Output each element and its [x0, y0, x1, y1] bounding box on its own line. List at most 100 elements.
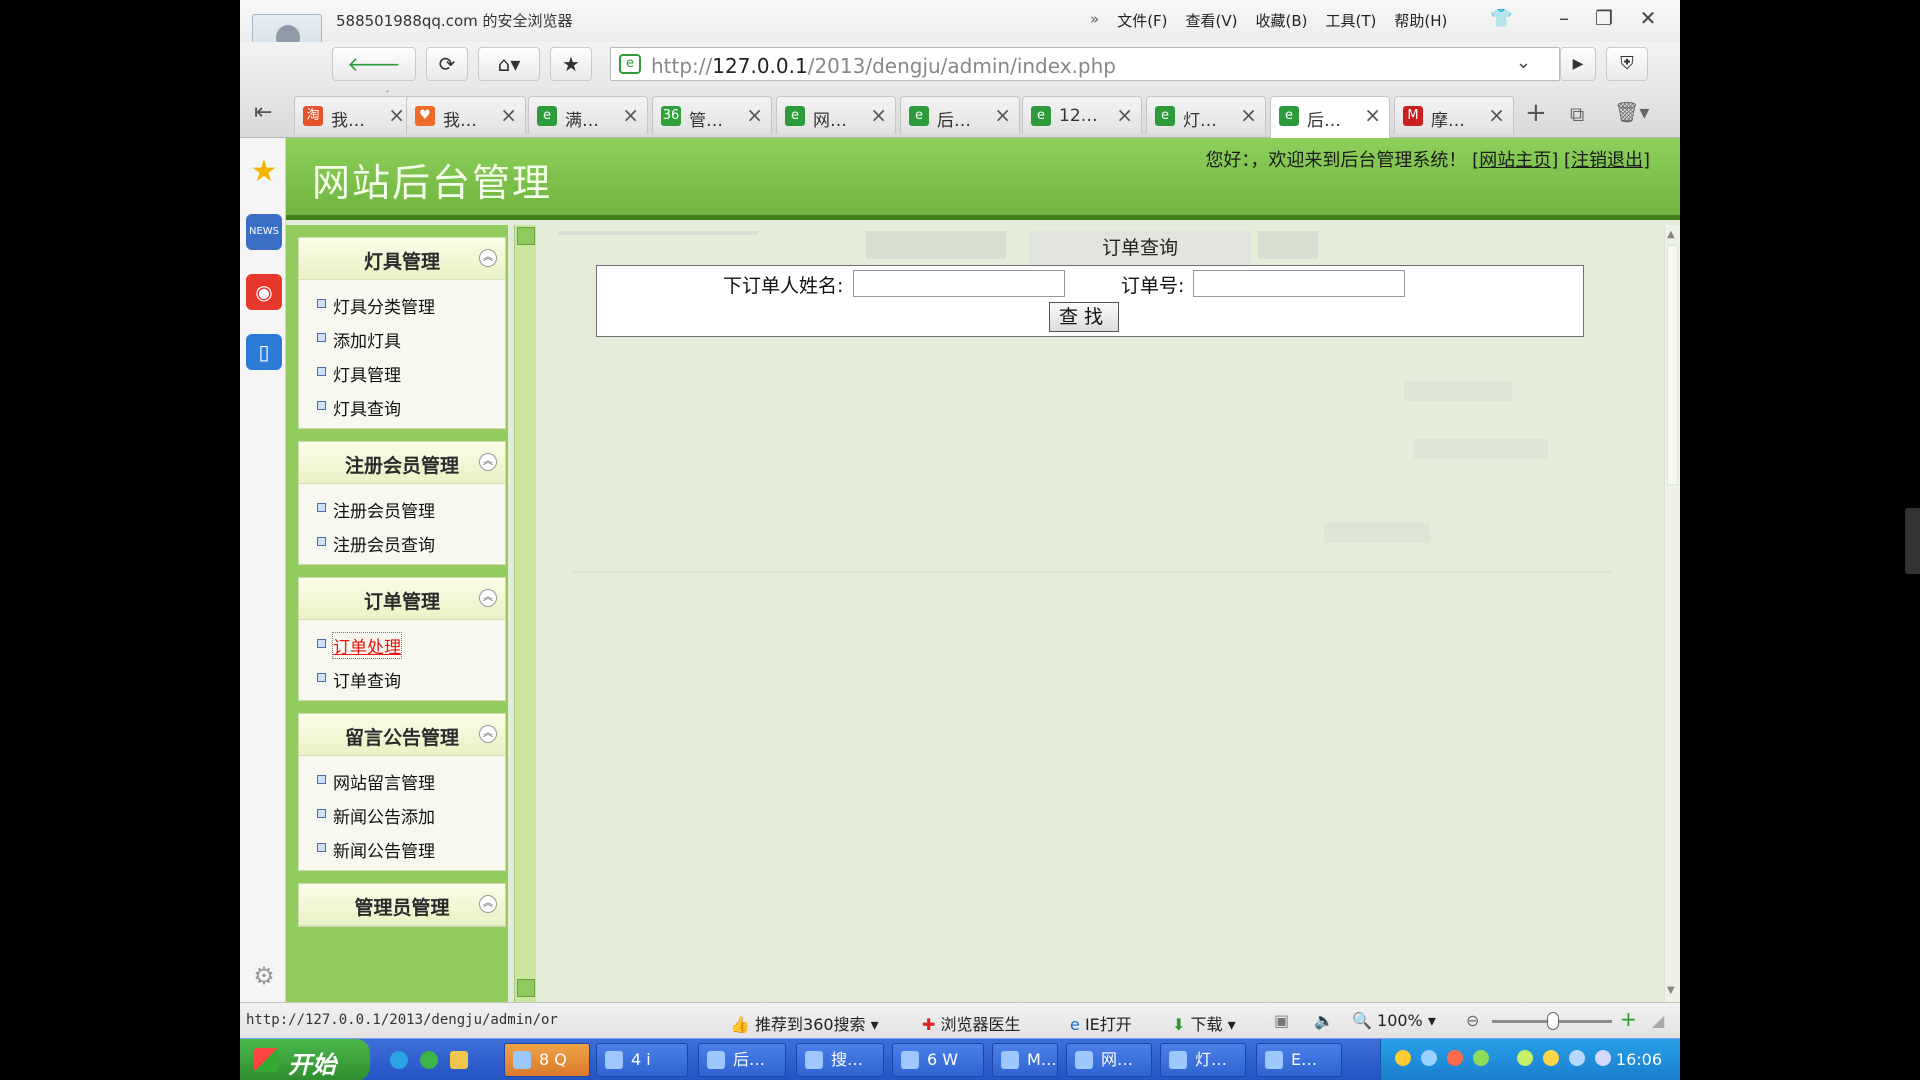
- logout-link[interactable]: [注销退出]: [1564, 150, 1650, 171]
- settings-gear-icon[interactable]: ⚙: [246, 958, 282, 994]
- zoom-level[interactable]: 🔍 100% ▾: [1352, 1011, 1436, 1030]
- address-url[interactable]: http://127.0.0.1/2013/dengju/admin/index…: [651, 54, 1116, 78]
- splitter-bottom-handle[interactable]: [517, 979, 535, 997]
- tab-close-icon[interactable]: ×: [746, 103, 763, 127]
- browser-tab[interactable]: e 网… ×: [776, 96, 896, 134]
- menu-view[interactable]: 查看(V): [1186, 10, 1238, 31]
- zoom-slider-knob[interactable]: [1547, 1012, 1559, 1030]
- menu-file[interactable]: 文件(F): [1117, 10, 1167, 31]
- taskbar-window-button[interactable]: M…: [992, 1043, 1058, 1077]
- favorite-button[interactable]: ★: [550, 47, 592, 81]
- tab-close-icon[interactable]: ×: [1488, 103, 1505, 127]
- tray-shield-icon[interactable]: [1543, 1050, 1559, 1066]
- start-button[interactable]: 开始: [240, 1039, 370, 1080]
- menu-group-header[interactable]: 管理员管理 ︽: [299, 884, 505, 926]
- tray-update-icon[interactable]: [1473, 1050, 1489, 1066]
- tab-close-icon[interactable]: ×: [994, 103, 1011, 127]
- menu-item[interactable]: 注册会员查询: [299, 524, 505, 558]
- taskbar-window-button[interactable]: 网…: [1066, 1043, 1152, 1077]
- menu-item[interactable]: 添加灯具: [299, 320, 505, 354]
- menu-item-label[interactable]: 注册会员管理: [333, 497, 435, 522]
- quicklaunch-folder-icon[interactable]: [450, 1051, 468, 1069]
- quicklaunch-browser-icon[interactable]: [390, 1051, 408, 1069]
- skin-shirt-icon[interactable]: 👕: [1490, 8, 1512, 29]
- browser-tab[interactable]: e 灯… ×: [1146, 96, 1266, 134]
- taskbar-window-button[interactable]: 后…: [698, 1043, 786, 1077]
- browser-tab[interactable]: ♥ 我… ×: [406, 96, 526, 134]
- taskbar-window-button[interactable]: 灯…: [1160, 1043, 1246, 1077]
- minimize-button[interactable]: –: [1546, 4, 1582, 32]
- menu-item-label[interactable]: 订单查询: [333, 667, 401, 692]
- menu-item-label[interactable]: 网站留言管理: [333, 769, 435, 794]
- back-arrow-icon[interactable]: 🡐: [347, 52, 401, 76]
- collapse-chevron-icon[interactable]: ︽: [479, 453, 497, 471]
- browser-tab[interactable]: e 后… ×: [900, 96, 1020, 134]
- tab-close-icon[interactable]: ×: [500, 103, 517, 127]
- tab-close-icon[interactable]: ×: [622, 103, 639, 127]
- favorites-star-icon[interactable]: ★: [246, 154, 282, 190]
- menu-item[interactable]: 订单查询: [299, 660, 505, 694]
- tab-close-icon[interactable]: ×: [388, 103, 405, 127]
- menu-item-label[interactable]: 添加灯具: [333, 327, 401, 352]
- go-button[interactable]: ▶: [1560, 47, 1596, 81]
- browser-tab[interactable]: e 12… ×: [1022, 96, 1142, 134]
- address-dropdown-icon[interactable]: ⌄: [1516, 52, 1531, 73]
- menu-item[interactable]: 新闻公告添加: [299, 796, 505, 830]
- menu-item[interactable]: 灯具查询: [299, 388, 505, 422]
- refresh-button[interactable]: ⟳: [426, 47, 468, 81]
- menu-item[interactable]: 新闻公告管理: [299, 830, 505, 864]
- menu-item[interactable]: 订单处理: [299, 626, 505, 660]
- tab-close-icon[interactable]: ×: [1116, 103, 1133, 127]
- menu-splitter[interactable]: [514, 225, 536, 1002]
- screenshot-icon[interactable]: ▣: [1274, 1011, 1289, 1030]
- collapse-chevron-icon[interactable]: ︽: [479, 589, 497, 607]
- tray-qq-icon[interactable]: [1421, 1050, 1437, 1066]
- menu-group-header[interactable]: 留言公告管理 ︽: [299, 714, 505, 756]
- tray-display-icon[interactable]: [1569, 1050, 1585, 1066]
- collapse-chevron-icon[interactable]: ︽: [479, 895, 497, 913]
- menu-item-label[interactable]: 新闻公告添加: [333, 803, 435, 828]
- restore-tab-icon[interactable]: ⧉: [1570, 102, 1584, 126]
- tray-volume-icon[interactable]: [1595, 1050, 1611, 1066]
- weibo-icon[interactable]: ◉: [246, 274, 282, 310]
- tray-360-icon[interactable]: [1517, 1050, 1533, 1066]
- download-button[interactable]: ⬇ 下载 ▾: [1172, 1011, 1236, 1035]
- taskbar-window-button[interactable]: E…: [1256, 1043, 1342, 1077]
- menu-item-label[interactable]: 注册会员查询: [333, 531, 435, 556]
- menu-item-label[interactable]: 灯具分类管理: [333, 293, 435, 318]
- tray-pen-icon[interactable]: [1447, 1050, 1463, 1066]
- browser-tab[interactable]: 36 管… ×: [652, 96, 772, 134]
- tray-network-icon[interactable]: [1395, 1050, 1411, 1066]
- menu-item-label[interactable]: 灯具管理: [333, 361, 401, 386]
- tab-close-icon[interactable]: ×: [1364, 103, 1381, 127]
- menu-more-icon[interactable]: »: [1090, 10, 1099, 31]
- sidebar-toggle-icon[interactable]: ⇤: [254, 100, 272, 125]
- menu-item[interactable]: 网站留言管理: [299, 762, 505, 796]
- restore-button[interactable]: ❐: [1586, 4, 1622, 32]
- scroll-down-icon[interactable]: ▼: [1667, 985, 1675, 996]
- order-number-input[interactable]: [1193, 270, 1405, 297]
- taskbar-window-button[interactable]: 8 Q: [504, 1043, 590, 1077]
- menu-item-label[interactable]: 新闻公告管理: [333, 837, 435, 862]
- screen-side-handle[interactable]: [1905, 508, 1920, 574]
- search-submit-button[interactable]: 查找: [1049, 302, 1119, 332]
- zoom-out-icon[interactable]: ⊖: [1466, 1011, 1479, 1030]
- home-button[interactable]: ⌂▾: [478, 47, 540, 81]
- open-in-ie-button[interactable]: e IE打开: [1070, 1011, 1132, 1035]
- collapse-chevron-icon[interactable]: ︽: [479, 725, 497, 743]
- collapse-chevron-icon[interactable]: ︽: [479, 249, 497, 267]
- menu-tools[interactable]: 工具(T): [1326, 10, 1377, 31]
- address-bar[interactable]: e http://127.0.0.1/2013/dengju/admin/ind…: [610, 47, 1560, 81]
- menu-item[interactable]: 灯具管理: [299, 354, 505, 388]
- tray-clock[interactable]: 16:06: [1616, 1050, 1662, 1069]
- recommend-360-button[interactable]: 👍 推荐到360搜索 ▾: [730, 1011, 879, 1035]
- scroll-thumb[interactable]: [1667, 245, 1678, 485]
- mobile-icon[interactable]: ▯: [246, 334, 282, 370]
- taskbar-window-button[interactable]: 搜…: [796, 1043, 884, 1077]
- splitter-top-handle[interactable]: [517, 227, 535, 245]
- news-icon[interactable]: NEWS: [246, 214, 282, 250]
- browser-doctor-button[interactable]: ✚ 浏览器医生: [922, 1011, 1021, 1035]
- browser-tab[interactable]: 淘我… ×: [294, 96, 414, 134]
- closed-tabs-trash-icon[interactable]: 🗑▾: [1614, 100, 1649, 124]
- browser-tab[interactable]: M 摩… ×: [1394, 96, 1514, 134]
